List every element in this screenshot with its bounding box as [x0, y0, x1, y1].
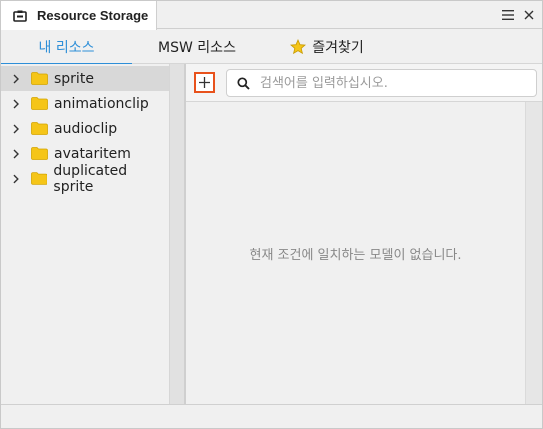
empty-results-message: 현재 조건에 일치하는 모델이 없습니다. [249, 248, 462, 263]
tab-msw-resources[interactable]: MSW 리소스 [132, 30, 262, 64]
chevron-right-icon[interactable] [11, 74, 21, 84]
folder-tree: sprite animationclip audioclip avatarite… [1, 64, 169, 404]
hamburger-menu-icon[interactable] [499, 6, 517, 24]
close-icon[interactable] [520, 6, 538, 24]
resource-storage-window: Resource Storage 내 리소스 MSW 리소스 즐겨찾기 spri… [0, 0, 543, 429]
tab-label: MSW 리소스 [158, 40, 236, 56]
add-resource-button[interactable] [194, 72, 215, 93]
folder-icon [31, 122, 48, 135]
tab-my-resources[interactable]: 내 리소스 [1, 30, 132, 65]
folder-icon [30, 172, 48, 185]
tree-item-audioclip[interactable]: audioclip [1, 116, 169, 141]
resource-list-pane: 현재 조건에 일치하는 모델이 없습니다. [186, 64, 542, 404]
window-title: Resource Storage [37, 8, 149, 23]
tree-item-sprite[interactable]: sprite [1, 66, 169, 91]
folder-icon [31, 97, 48, 110]
list-scrollbar[interactable] [525, 102, 542, 404]
tree-item-label: duplicated sprite [53, 162, 128, 195]
tab-favorites[interactable]: 즐겨찾기 [262, 30, 392, 64]
tree-item-label: avataritem [54, 145, 131, 162]
search-icon [237, 76, 250, 90]
folder-icon [31, 72, 48, 85]
tree-scrollbar[interactable] [169, 64, 184, 404]
tree-item-duplicated-sprite[interactable]: duplicated sprite [1, 163, 169, 195]
tab-label: 즐겨찾기 [312, 40, 364, 56]
chevron-right-icon[interactable] [11, 149, 21, 159]
search-box[interactable] [226, 69, 537, 97]
tree-item-label: sprite [54, 70, 94, 87]
title-bar: Resource Storage [1, 1, 542, 30]
chevron-right-icon[interactable] [11, 174, 21, 184]
window-title-tab[interactable]: Resource Storage [1, 1, 157, 30]
tree-item-label: audioclip [54, 120, 118, 137]
tab-label: 내 리소스 [38, 40, 95, 56]
storage-box-icon [13, 10, 37, 22]
status-bar [1, 404, 542, 428]
tree-item-animationclip[interactable]: animationclip [1, 91, 169, 116]
star-icon [290, 39, 307, 55]
chevron-right-icon[interactable] [11, 99, 21, 109]
tree-item-label: animationclip [54, 95, 149, 112]
resource-toolbar [186, 64, 542, 102]
resource-tabs: 내 리소스 MSW 리소스 즐겨찾기 [1, 30, 542, 65]
search-input[interactable] [260, 75, 520, 91]
plus-icon [199, 77, 210, 88]
chevron-right-icon[interactable] [11, 124, 21, 134]
folder-icon [31, 147, 48, 160]
